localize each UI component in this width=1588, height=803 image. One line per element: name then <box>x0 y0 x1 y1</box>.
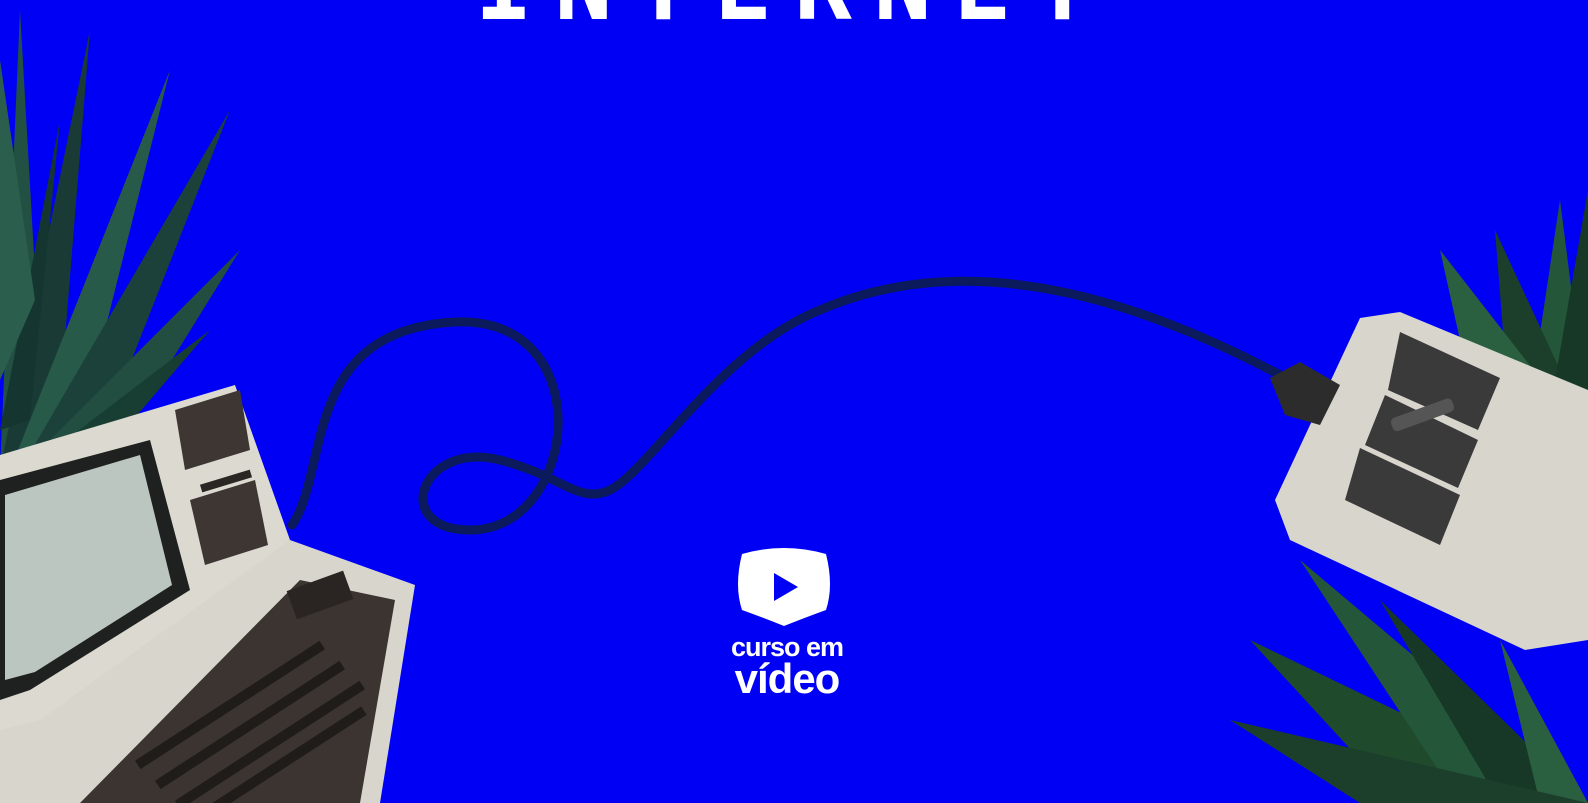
cable-icon <box>287 276 1285 535</box>
retro-computer-icon <box>0 385 415 803</box>
logo-text-line2: vídeo <box>734 655 841 702</box>
brand-logo: curso em vídeo <box>712 548 862 702</box>
play-icon <box>738 548 830 626</box>
stage: INTERNET <box>0 0 1588 803</box>
